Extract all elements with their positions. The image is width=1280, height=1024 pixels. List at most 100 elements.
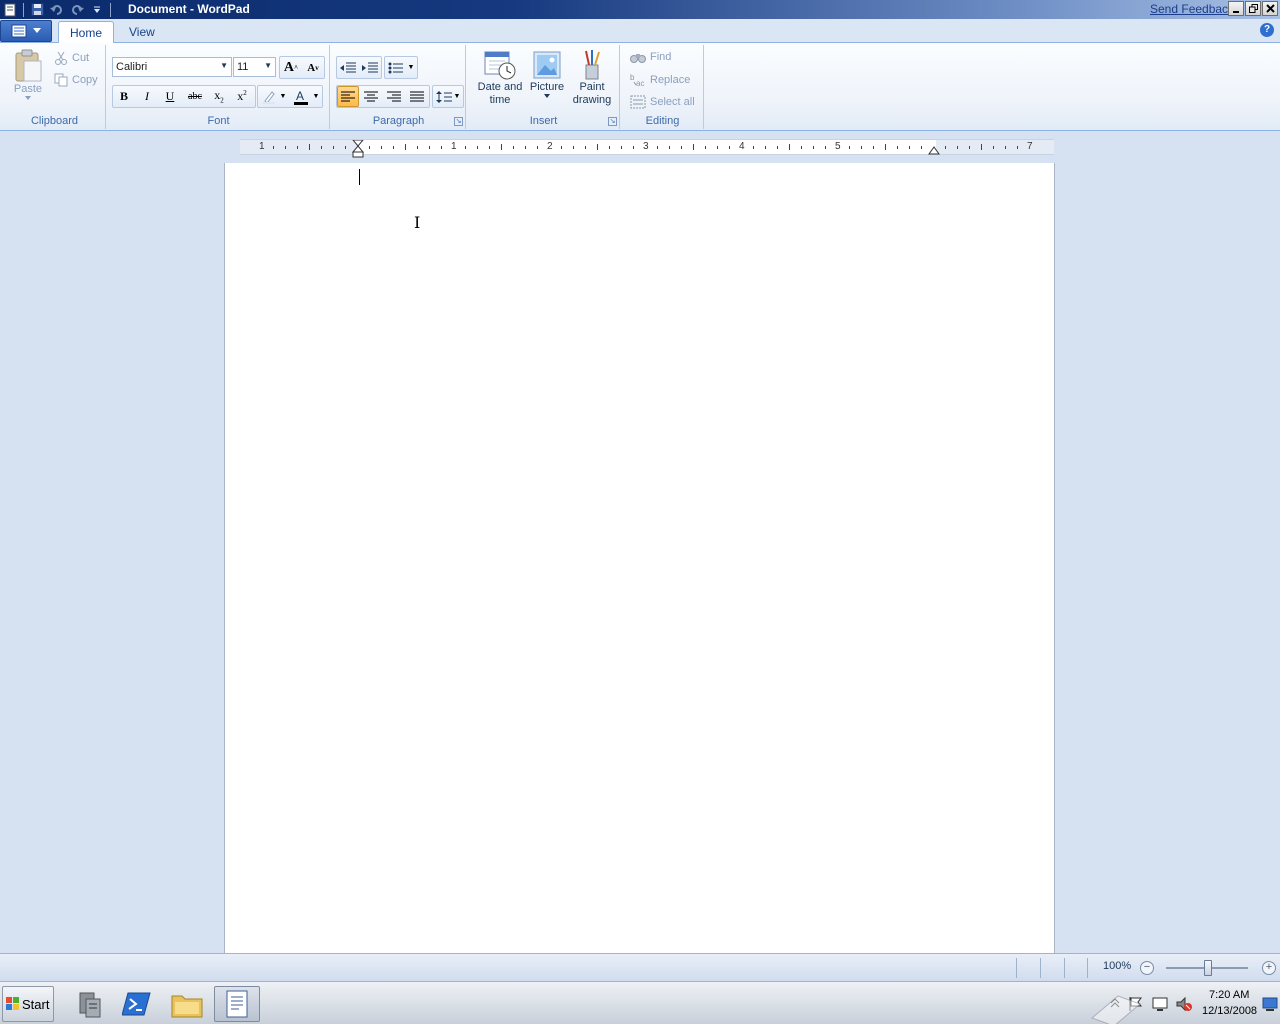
application-menu-button[interactable] — [0, 20, 52, 42]
ruler-tick — [393, 146, 394, 149]
redo-icon[interactable] — [67, 1, 87, 18]
align-center-button[interactable] — [360, 86, 382, 107]
ruler-tick — [537, 146, 538, 149]
align-left-button[interactable] — [337, 86, 359, 107]
close-button[interactable] — [1262, 1, 1278, 16]
customize-qat-chevron-icon[interactable] — [87, 1, 107, 18]
grow-font-button[interactable]: A ^ — [280, 57, 302, 78]
view-mode-button[interactable] — [1040, 958, 1064, 978]
show-desktop-icon[interactable] — [1262, 996, 1278, 1012]
server-manager-taskbar-icon[interactable] — [66, 986, 112, 1022]
highlight-color-button[interactable] — [258, 86, 280, 107]
ruler-tick — [525, 146, 526, 149]
find-button[interactable]: Find — [630, 51, 671, 63]
subscript-button[interactable]: x2 — [208, 86, 230, 107]
scissors-icon — [55, 51, 67, 65]
justify-button[interactable] — [406, 86, 428, 107]
chevron-down-icon: ▼ — [220, 61, 228, 70]
text-color-dropdown[interactable]: ▼ — [311, 86, 321, 107]
right-indent-marker-icon[interactable] — [927, 145, 941, 155]
underline-button[interactable]: U — [159, 86, 181, 107]
ruler-tick — [285, 146, 286, 149]
bullet-list-dropdown[interactable]: ▼ — [406, 57, 416, 78]
strikethrough-button[interactable]: abc — [184, 86, 206, 107]
watermark-icon — [1090, 990, 1150, 1024]
view-mode-button[interactable] — [1016, 958, 1040, 978]
clock-time[interactable]: 7:20 AM — [1209, 989, 1249, 1001]
send-feedback-link[interactable]: Send Feedback — [1150, 2, 1234, 16]
superscript-icon: x2 — [237, 89, 247, 103]
zoom-out-icon[interactable]: − — [1140, 961, 1154, 975]
tab-view[interactable]: View — [118, 21, 166, 43]
volume-muted-icon[interactable] — [1176, 996, 1192, 1012]
superscript-button[interactable]: x2 — [231, 86, 253, 107]
clock-date[interactable]: 12/13/2008 — [1202, 1005, 1257, 1017]
ruler-tick — [729, 146, 730, 149]
insert-dialog-launcher-icon[interactable]: ↘ — [608, 117, 617, 126]
paint-drawing-button[interactable]: Paint drawing — [568, 49, 616, 107]
paste-button[interactable]: Paste — [8, 49, 48, 100]
zoom-in-icon[interactable]: + — [1262, 961, 1276, 975]
paragraph-group-label: Paragraph — [372, 115, 425, 127]
bold-button[interactable]: B — [113, 86, 135, 107]
ruler-tick — [945, 146, 946, 149]
help-icon[interactable]: ? — [1260, 23, 1274, 37]
cut-button[interactable]: Cut — [54, 51, 89, 65]
horizontal-ruler[interactable]: 1 1 2 3 4 5 7 — [240, 139, 1054, 158]
status-bar: 100% − + — [0, 953, 1280, 981]
chevron-down-icon — [33, 28, 41, 33]
minimize-button[interactable] — [1228, 1, 1244, 16]
wordpad-taskbar-button[interactable] — [214, 986, 260, 1022]
line-spacing-dropdown[interactable]: ▼ — [452, 86, 462, 107]
ruler-tick — [621, 146, 622, 149]
network-icon[interactable] — [1152, 996, 1168, 1012]
ribbon-tab-row: Home View ? — [0, 19, 1280, 44]
bullet-list-button[interactable] — [385, 57, 407, 78]
ruler-tick — [705, 146, 706, 149]
file-explorer-taskbar-icon[interactable] — [164, 986, 210, 1022]
ruler-right-margin — [936, 140, 1054, 154]
italic-button[interactable]: I — [136, 86, 158, 107]
replace-button[interactable]: b ac Replace — [630, 73, 690, 87]
shrink-font-button[interactable]: Av — [302, 57, 324, 78]
increase-indent-button[interactable] — [359, 57, 381, 78]
paragraph-dialog-launcher-icon[interactable]: ↘ — [454, 117, 463, 126]
copy-button[interactable]: Copy — [54, 73, 98, 87]
view-mode-button[interactable] — [1064, 958, 1088, 978]
font-size-dropdown[interactable]: 11 ▼ — [233, 57, 276, 77]
svg-text:ac: ac — [636, 79, 644, 87]
ruler-tick — [609, 146, 610, 149]
powershell-taskbar-icon[interactable] — [114, 986, 160, 1022]
zoom-slider-thumb[interactable] — [1204, 960, 1212, 976]
ruler-number: 3 — [643, 141, 649, 152]
highlight-dropdown[interactable]: ▼ — [278, 86, 288, 107]
picture-button[interactable]: Picture — [528, 49, 566, 98]
ruler-tick — [981, 144, 982, 150]
copy-icon — [54, 73, 68, 87]
restore-button[interactable] — [1245, 1, 1261, 16]
font-group-label: Font — [207, 115, 230, 127]
chevron-down-icon: ▼ — [453, 93, 461, 100]
first-line-indent-marker-icon[interactable] — [351, 140, 365, 162]
taskbar: Start — [0, 981, 1280, 1024]
align-right-button[interactable] — [383, 86, 405, 107]
tab-home[interactable]: Home — [58, 21, 115, 44]
ruler-tick — [777, 146, 778, 149]
ruler-tick — [513, 146, 514, 149]
text-cursor — [359, 169, 360, 185]
date-time-button[interactable]: Date and time — [474, 49, 526, 107]
select-all-button[interactable]: Select all — [630, 95, 695, 109]
ruler-tick — [657, 146, 658, 149]
wordpad-app-icon[interactable] — [0, 1, 20, 18]
bold-icon: B — [119, 89, 128, 103]
font-family-dropdown[interactable]: Calibri ▼ — [112, 57, 232, 77]
text-color-button[interactable]: A — [290, 86, 312, 107]
ruler-tick — [573, 146, 574, 149]
start-button[interactable]: Start — [2, 986, 54, 1022]
svg-text:A: A — [296, 89, 304, 103]
qat-separator — [23, 2, 24, 17]
save-icon[interactable] — [27, 1, 47, 18]
decrease-indent-button[interactable] — [337, 57, 359, 78]
document-page[interactable]: I — [224, 163, 1055, 953]
undo-icon[interactable] — [47, 1, 67, 18]
